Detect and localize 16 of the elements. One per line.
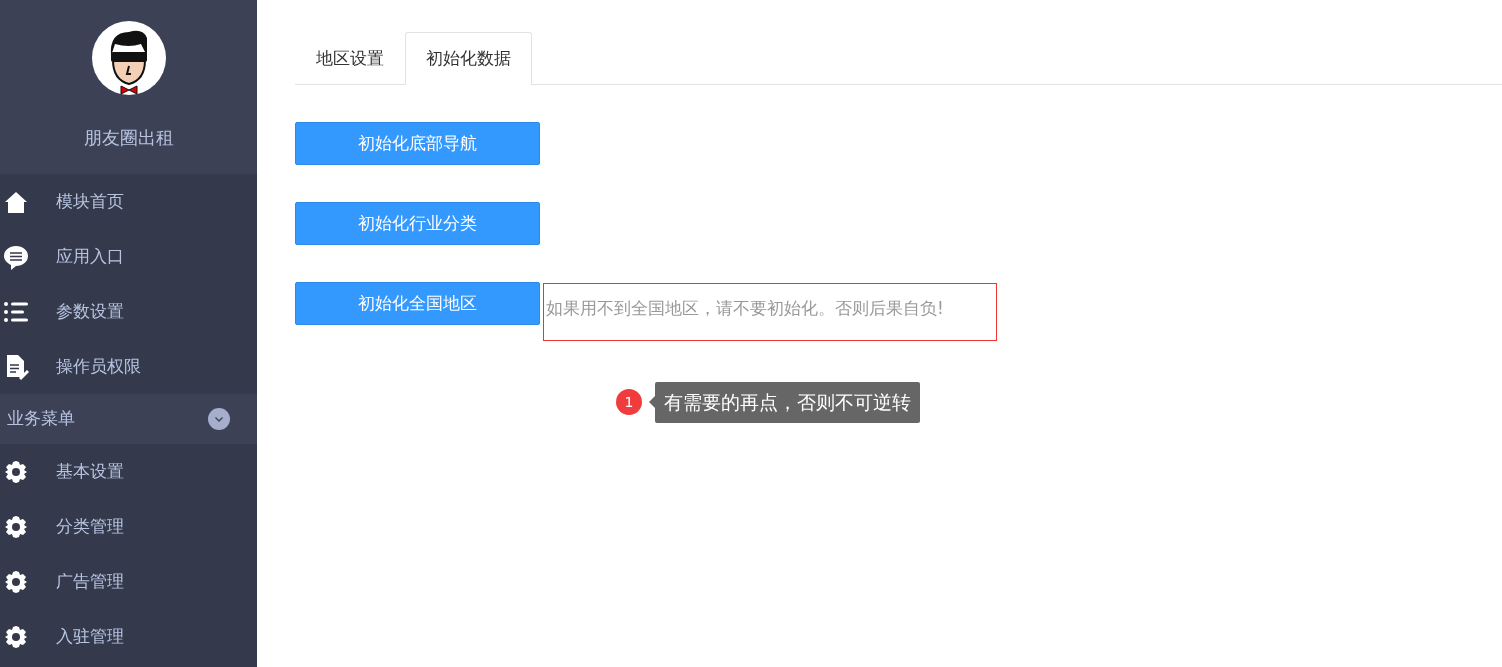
tooltip: 有需要的再点，否则不可逆转 (655, 382, 920, 423)
menu-item[interactable]: 参数设置 (0, 284, 257, 339)
app-name: 朋友圈出租 (82, 126, 175, 150)
menu-item[interactable]: 入驻管理 (0, 609, 257, 664)
warning-text: 如果用不到全国地区，请不要初始化。否则后果自负! (546, 297, 944, 320)
menu-group-header[interactable]: 业务菜单 (0, 394, 257, 444)
menu-item[interactable]: 操作员权限 (0, 339, 257, 394)
chevron-down-icon (208, 408, 230, 430)
tab[interactable]: 地区设置 (295, 32, 405, 85)
menu-item[interactable]: 分类管理 (0, 499, 257, 554)
menu-item[interactable]: 基本设置 (0, 444, 257, 499)
tab[interactable]: 初始化数据 (405, 32, 532, 85)
menu-item[interactable]: 应用入口 (0, 229, 257, 284)
step-badge: 1 (616, 389, 642, 416)
menu-item[interactable]: 模块首页 (0, 174, 257, 229)
menu-item[interactable]: 广告管理 (0, 554, 257, 609)
